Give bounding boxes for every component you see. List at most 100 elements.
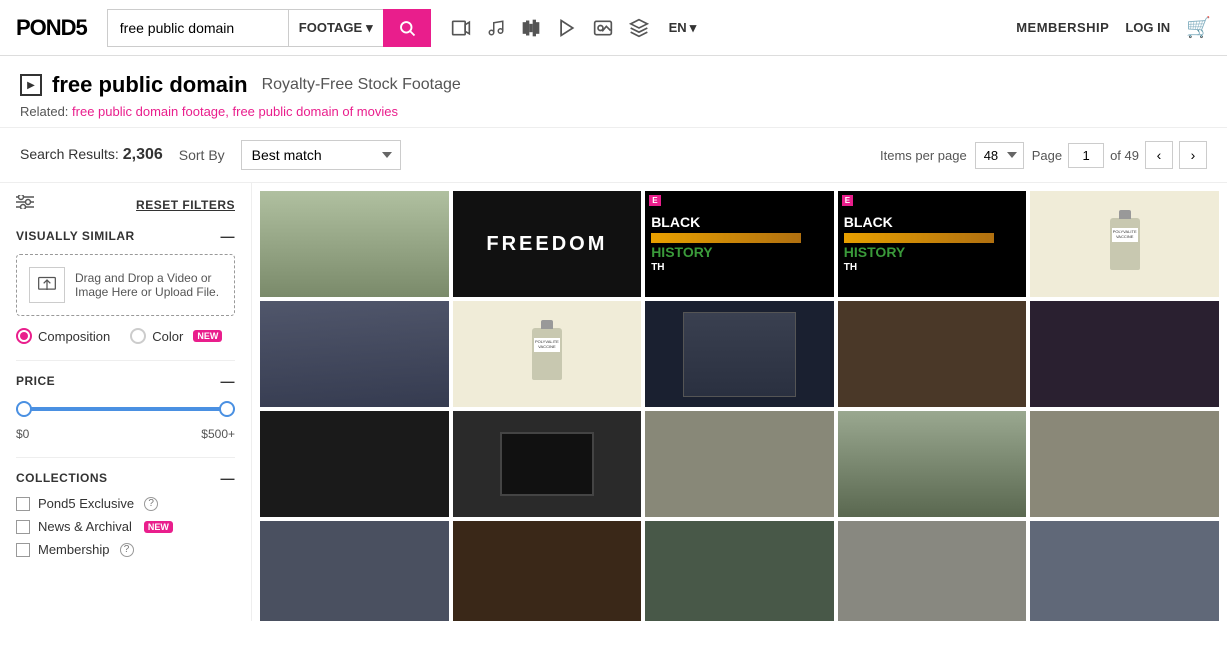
- upload-drop-zone[interactable]: Drag and Drop a Video or Image Here or U…: [16, 254, 235, 316]
- composition-radio[interactable]: Composition: [16, 328, 110, 344]
- search-bar: FOOTAGE ▾: [107, 9, 431, 47]
- cart-icon[interactable]: 🛒: [1186, 15, 1211, 40]
- video-thumbnail[interactable]: [838, 411, 1027, 517]
- price-slider[interactable]: [16, 399, 235, 419]
- photo-icon[interactable]: [593, 18, 613, 38]
- language-label: EN: [669, 20, 687, 35]
- membership-button[interactable]: MEMBERSHIP: [1016, 20, 1109, 35]
- video-thumbnail[interactable]: [838, 301, 1027, 407]
- video-grid: FREEDOM E BLACK HISTORY TH E BLACK HISTO…: [260, 191, 1219, 621]
- price-slider-track: [16, 407, 235, 411]
- page-title-row: ▶ free public domain Royalty-Free Stock …: [20, 72, 1207, 98]
- collection-news-archival-label: News & Archival: [38, 519, 132, 534]
- search-icon: [398, 19, 416, 37]
- video-icon[interactable]: [451, 18, 471, 38]
- price-collapse[interactable]: —: [221, 373, 236, 389]
- related-link-1[interactable]: free public domain footage,: [72, 104, 229, 119]
- language-selector[interactable]: EN ▾: [669, 20, 697, 36]
- separator-1: [16, 360, 235, 361]
- header-right: MEMBERSHIP LOG IN 🛒: [1016, 15, 1211, 40]
- checkbox-pond5-exclusive[interactable]: [16, 497, 30, 511]
- collection-badge: E: [649, 195, 660, 206]
- price-range-labels: $0 $500+: [16, 427, 235, 441]
- of-label: of 49: [1110, 148, 1139, 163]
- video-thumbnail[interactable]: [260, 191, 449, 297]
- items-per-page: Items per page 48 24 96 Page of 49 ‹ ›: [880, 141, 1207, 169]
- reset-filters-button[interactable]: RESET FILTERS: [136, 198, 235, 212]
- collection-membership-label: Membership: [38, 542, 110, 557]
- composition-radio-dot: [16, 328, 32, 344]
- price-min: $0: [16, 427, 29, 441]
- checkbox-membership[interactable]: [16, 543, 30, 557]
- color-radio[interactable]: Color NEW: [130, 328, 222, 344]
- upload-icon: [29, 267, 65, 303]
- visually-similar-collapse[interactable]: —: [221, 228, 236, 244]
- results-count: Search Results: 2,306: [20, 146, 163, 164]
- price-thumb-right[interactable]: [219, 401, 235, 417]
- search-type-label: FOOTAGE: [299, 20, 362, 35]
- price-thumb-left[interactable]: [16, 401, 32, 417]
- play-icon: ▶: [27, 80, 35, 91]
- music-icon[interactable]: [487, 18, 505, 38]
- collection-pond5-exclusive-label: Pond5 Exclusive: [38, 496, 134, 511]
- results-label: Search Results:: [20, 146, 119, 162]
- composition-label: Composition: [38, 329, 110, 344]
- prev-page-button[interactable]: ‹: [1145, 141, 1173, 169]
- video-thumbnail[interactable]: [1030, 521, 1219, 621]
- video-thumbnail[interactable]: E BLACK HISTORY TH: [838, 191, 1027, 297]
- 3d-icon[interactable]: [629, 18, 649, 38]
- page-input[interactable]: [1068, 143, 1104, 168]
- sidebar: RESET FILTERS VISUALLY SIMILAR — Drag an…: [0, 183, 252, 621]
- search-input[interactable]: [108, 10, 288, 46]
- logo[interactable]: POND5: [16, 15, 87, 41]
- results-bar: Search Results: 2,306 Sort By Best match…: [0, 128, 1227, 183]
- video-thumbnail[interactable]: [645, 521, 834, 621]
- collection-membership[interactable]: Membership ?: [16, 542, 235, 557]
- next-page-button[interactable]: ›: [1179, 141, 1207, 169]
- video-thumbnail[interactable]: [453, 411, 642, 517]
- video-thumbnail[interactable]: [260, 521, 449, 621]
- video-thumbnail[interactable]: POLYVALITEVACCINE: [1030, 191, 1219, 297]
- filter-header: RESET FILTERS: [16, 195, 235, 214]
- motion-icon[interactable]: [557, 18, 577, 38]
- pond5-exclusive-info-icon[interactable]: ?: [144, 497, 158, 511]
- video-thumbnail[interactable]: [260, 411, 449, 517]
- search-button[interactable]: [383, 9, 431, 47]
- video-thumbnail[interactable]: [645, 301, 834, 407]
- filter-icon: [16, 195, 34, 214]
- chevron-down-icon: ▾: [366, 20, 373, 36]
- price-title: PRICE —: [16, 373, 235, 389]
- items-per-page-select[interactable]: 48 24 96: [975, 142, 1024, 169]
- collections-collapse[interactable]: —: [221, 470, 236, 486]
- collection-pond5-exclusive[interactable]: Pond5 Exclusive ?: [16, 496, 235, 511]
- video-type-icon: ▶: [20, 74, 42, 96]
- video-thumbnail[interactable]: [1030, 411, 1219, 517]
- header: POND5 FOOTAGE ▾ EN ▾: [0, 0, 1227, 56]
- visually-similar-title: VISUALLY SIMILAR —: [16, 228, 235, 244]
- video-thumbnail[interactable]: FREEDOM: [453, 191, 642, 297]
- collection-news-archival[interactable]: News & Archival NEW: [16, 519, 235, 534]
- video-thumbnail[interactable]: [645, 411, 834, 517]
- collection-badge: E: [842, 195, 853, 206]
- video-thumbnail[interactable]: [838, 521, 1027, 621]
- price-section: PRICE — $0 $500+: [16, 373, 235, 441]
- sfx-icon[interactable]: [521, 18, 541, 38]
- video-thumbnail[interactable]: [260, 301, 449, 407]
- video-thumbnail[interactable]: [1030, 301, 1219, 407]
- video-thumbnail[interactable]: [453, 521, 642, 621]
- checkbox-news-archival[interactable]: [16, 520, 30, 534]
- related-prefix: Related:: [20, 104, 68, 119]
- video-thumbnail[interactable]: E BLACK HISTORY TH: [645, 191, 834, 297]
- login-button[interactable]: LOG IN: [1125, 20, 1170, 35]
- sort-select[interactable]: Best match Most recent Most downloaded L…: [241, 140, 401, 170]
- upload-text: Drag and Drop a Video or Image Here or U…: [75, 271, 222, 299]
- video-thumbnail[interactable]: POLYVALITEVACCINE: [453, 301, 642, 407]
- page-subtitle: Royalty-Free Stock Footage: [262, 76, 461, 94]
- page-navigation: Page of 49 ‹ ›: [1032, 141, 1207, 169]
- related-link-2[interactable]: free public domain of movies: [233, 104, 398, 119]
- price-max: $500+: [201, 427, 235, 441]
- search-type-button[interactable]: FOOTAGE ▾: [288, 10, 383, 46]
- membership-info-icon[interactable]: ?: [120, 543, 134, 557]
- collections-title: COLLECTIONS —: [16, 470, 235, 486]
- items-per-page-label: Items per page: [880, 148, 967, 163]
